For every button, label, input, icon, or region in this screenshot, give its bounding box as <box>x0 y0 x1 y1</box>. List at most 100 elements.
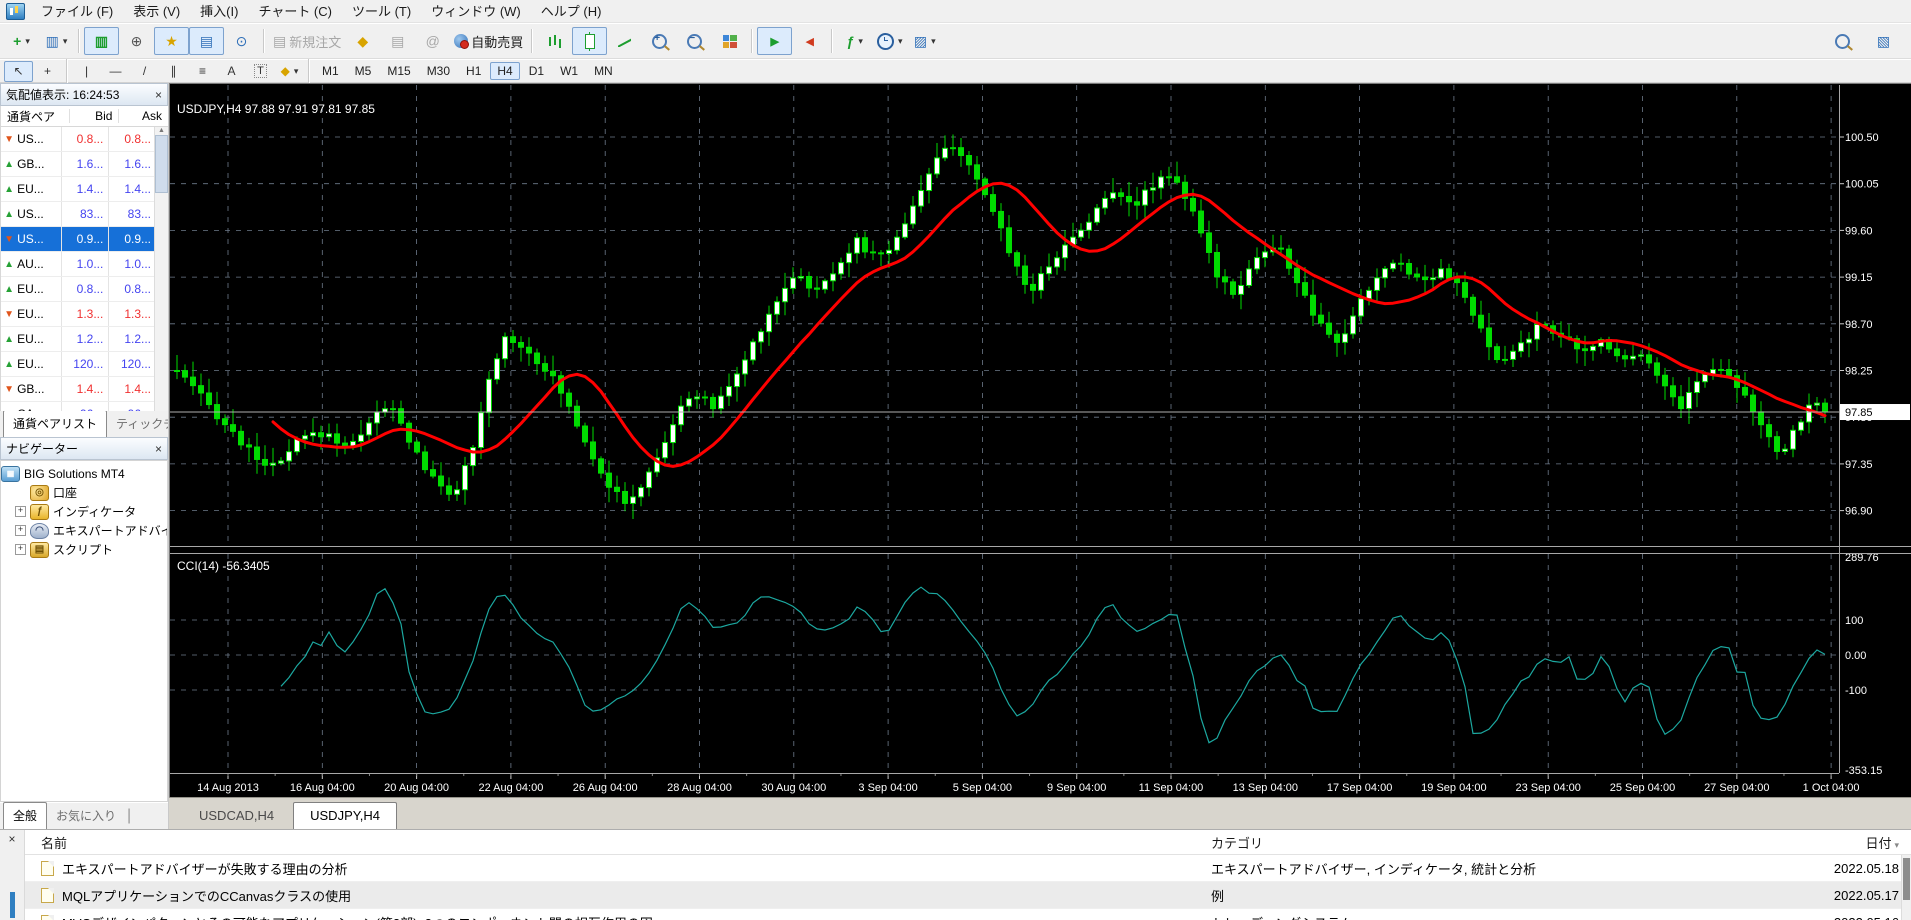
tree-item[interactable]: + ƒ インディケータ <box>1 502 167 521</box>
market-watch-row[interactable]: ▼ US... 0.8... 0.8... <box>1 127 156 152</box>
bar-chart-button[interactable] <box>537 27 572 55</box>
strategy-tester-button[interactable]: ⊙ <box>224 27 259 55</box>
chart-shift-button[interactable]: ◀ <box>792 27 827 55</box>
templates-button[interactable]: ▨ ▾ <box>907 27 942 55</box>
channel-button[interactable]: ∥ <box>159 61 188 82</box>
terminal-button[interactable]: ▤ <box>189 27 224 55</box>
column-header-category[interactable]: カテゴリ <box>1211 833 1821 852</box>
line-chart-button[interactable] <box>607 27 642 55</box>
fibonacci-button[interactable]: ≡ <box>188 61 217 82</box>
crosshair-button[interactable]: + <box>33 61 62 82</box>
market-watch-row[interactable]: ▼ GB... 1.4... 1.4... <box>1 377 156 402</box>
layout-button[interactable]: ▧ <box>1866 27 1901 55</box>
menu-item-ウ[interactable]: ウィンドウ (W) <box>421 2 531 21</box>
horizontal-line-button[interactable]: — <box>101 61 130 82</box>
metaeditor-button[interactable]: ◆ <box>345 27 380 55</box>
zoom-out-button[interactable]: − <box>677 27 712 55</box>
community-button[interactable]: @ <box>415 27 450 55</box>
navigator-button[interactable]: ★ <box>154 27 189 55</box>
new-order-button[interactable]: ▤ 新規注文 <box>269 27 345 55</box>
column-header-pair[interactable]: 通貨ペア <box>1 108 69 125</box>
timeframe-M30[interactable]: M30 <box>420 62 457 80</box>
tile-windows-button[interactable] <box>712 27 747 55</box>
new-chart-button[interactable]: + ▾ <box>4 27 39 55</box>
expand-icon[interactable]: + <box>15 506 26 517</box>
print-button[interactable]: ▤ <box>380 27 415 55</box>
tree-item[interactable]: + ▤ スクリプト <box>1 540 167 559</box>
tab-market-watch-1[interactable]: ティックチャート <box>107 411 168 437</box>
text-button[interactable]: A <box>217 61 246 82</box>
svg-text:100.05: 100.05 <box>1845 179 1879 191</box>
menu-item-チ[interactable]: チャート (C) <box>248 2 342 21</box>
close-icon[interactable]: × <box>8 832 15 846</box>
market-watch-row[interactable]: ▲ US... 83... 83... <box>1 202 156 227</box>
chart-tab-USDCADH4[interactable]: USDCAD,H4 <box>183 803 290 829</box>
close-icon[interactable]: × <box>155 443 162 455</box>
timeframe-M15[interactable]: M15 <box>380 62 417 80</box>
menu-item-ヘ[interactable]: ヘルプ (H) <box>531 2 612 21</box>
scroll-up-icon[interactable]: ▲ <box>155 127 168 134</box>
market-watch-row[interactable]: ▲ AU... 1.0... 1.0... <box>1 252 156 277</box>
timeframe-M1[interactable]: M1 <box>315 62 346 80</box>
column-header-ask[interactable]: Ask <box>118 109 168 123</box>
tab-market-watch-0[interactable]: 通貨ペアリスト <box>3 411 108 437</box>
market-watch-row[interactable]: ▲CA...96...96... <box>1 402 156 411</box>
expand-icon[interactable]: + <box>15 525 26 536</box>
scrollbar-thumb[interactable] <box>1903 858 1910 900</box>
tree-item-root[interactable]: ▦ BIG Solutions MT4 <box>1 464 167 483</box>
toolbox-scrollbar[interactable] <box>1901 855 1911 920</box>
tab-navigator-1[interactable]: お気に入り <box>47 803 125 829</box>
tab-navigator-0[interactable]: 全般 <box>3 802 48 829</box>
column-header-name[interactable]: 名前 <box>25 833 1211 852</box>
article-row[interactable]: MVCデザインパターンとその可能なアプリケーション(第2部): 3つのコンポーネ… <box>25 909 1911 920</box>
svg-text:98.25: 98.25 <box>1845 366 1873 378</box>
timeframe-H1[interactable]: H1 <box>459 62 488 80</box>
market-watch-row[interactable]: ▲ EU... 0.8... 0.8... <box>1 277 156 302</box>
zoom-in-button[interactable]: + <box>642 27 677 55</box>
tree-item[interactable]: ◎ 口座 <box>1 483 167 502</box>
article-date: 2022.05.18 <box>1833 860 1899 876</box>
indicators-button[interactable]: ƒ ▾ <box>837 27 872 55</box>
market-watch-button[interactable]: ▥ <box>84 27 119 55</box>
arrows-button[interactable]: ◆ ▾ <box>275 61 304 82</box>
menu-item-ツ[interactable]: ツール (T) <box>342 2 421 21</box>
vertical-line-button[interactable]: | <box>72 61 101 82</box>
market-watch-row[interactable]: ▲ GB... 1.6... 1.6... <box>1 152 156 177</box>
periods-button[interactable]: ▾ <box>872 27 907 55</box>
market-watch-scrollbar[interactable]: ▲ <box>154 127 168 411</box>
market-watch-row[interactable]: ▼ EU... 1.3... 1.3... <box>1 302 156 327</box>
timeframe-W1[interactable]: W1 <box>553 62 585 80</box>
search-button[interactable] <box>1825 27 1860 55</box>
market-watch-rows: ▲ ▼ US... 0.8... 0.8... ▲ GB... 1.6... 1.6... ▲ E… <box>0 127 168 411</box>
auto-scroll-button[interactable]: ▶ <box>757 27 793 55</box>
auto-trading-button[interactable]: 自動売買 <box>450 27 527 55</box>
market-watch-row[interactable]: ▼ US... 0.9... 0.9... <box>1 227 156 252</box>
timeframe-D1[interactable]: D1 <box>522 62 551 80</box>
menu-item-表[interactable]: 表示 (V) <box>123 2 190 21</box>
market-watch-row[interactable]: ▲ EU... 1.4... 1.4... <box>1 177 156 202</box>
column-header-date[interactable]: 日付 ▾ <box>1821 833 1911 852</box>
timeframe-MN[interactable]: MN <box>587 62 620 80</box>
expand-icon[interactable]: + <box>15 544 26 555</box>
menu-item-フ[interactable]: ファイル (F) <box>31 2 123 21</box>
column-header-bid[interactable]: Bid <box>68 109 119 123</box>
cursor-button[interactable]: ↖ <box>4 60 33 82</box>
article-row[interactable]: MQLアプリケーションでのCCanvasクラスの使用 例 2022.05.17 <box>25 882 1911 909</box>
text-label-button[interactable]: T <box>246 61 275 82</box>
timeframe-M5[interactable]: M5 <box>348 62 379 80</box>
tree-item[interactable]: + ◠ エキスパートアドバイザ <box>1 521 167 540</box>
trendline-button[interactable]: / <box>130 61 159 82</box>
candlestick-button[interactable] <box>572 27 608 55</box>
timeframe-H4[interactable]: H4 <box>490 62 520 80</box>
menu-item-挿[interactable]: 挿入(I) <box>190 2 248 21</box>
profiles-button[interactable]: ▥ ▾ <box>39 27 74 55</box>
data-window-button[interactable]: ⊕ <box>119 27 154 55</box>
market-watch-row[interactable]: ▲ EU... 1.2... 1.2... <box>1 327 156 352</box>
article-row[interactable]: エキスパートアドバイザーが失敗する理由の分析 エキスパートアドバイザー, インディ… <box>25 855 1911 882</box>
price-chart[interactable]: 14 Aug 2013 16 Aug 04:00 20 Aug 04:00 22 Au… <box>169 83 1911 798</box>
scrollbar-thumb[interactable] <box>155 135 168 193</box>
market-watch-row[interactable]: ▲ EU... 120... 120... <box>1 352 156 377</box>
toolbox-side-scrollbar[interactable] <box>9 892 15 918</box>
chart-tab-USDJPYH4[interactable]: USDJPY,H4 <box>293 802 397 829</box>
close-icon[interactable]: × <box>155 89 162 101</box>
